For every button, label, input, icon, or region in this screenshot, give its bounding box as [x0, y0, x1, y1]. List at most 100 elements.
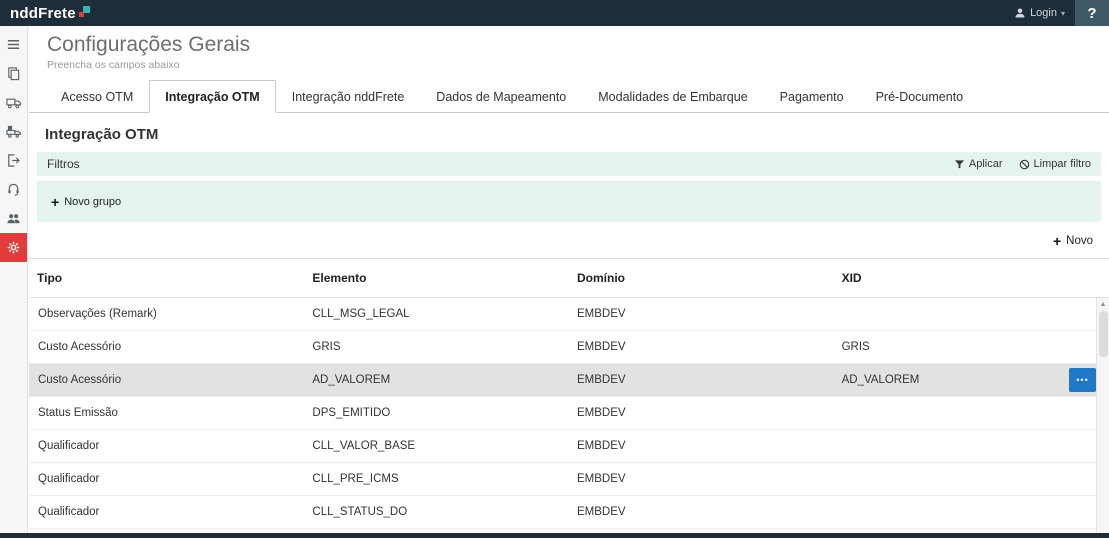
cell-dominio: EMBDEV	[569, 430, 834, 462]
footer-bar	[0, 533, 1109, 538]
sidebar-item-menu[interactable]	[0, 30, 27, 59]
page-header: Configurações Gerais Preencha os campos …	[29, 26, 1109, 73]
plus-icon: +	[51, 195, 59, 209]
tab-pr-documento[interactable]: Pré-Documento	[860, 80, 980, 112]
apply-filter-button[interactable]: Aplicar	[954, 158, 1003, 170]
help-label: ?	[1087, 5, 1096, 22]
cell-dominio: EMBDEV	[569, 463, 834, 495]
funnel-icon	[954, 159, 965, 170]
tab-integra-o-nddfrete[interactable]: Integração nddFrete	[276, 80, 421, 112]
brand-logo: nddFrete	[10, 5, 90, 22]
slash-circle-icon	[1019, 159, 1030, 170]
data-table: TipoElementoDomínioXID Observações (Rema…	[29, 258, 1109, 533]
table-toolbar: + Novo	[29, 222, 1109, 256]
new-group-label: Novo grupo	[64, 196, 121, 208]
vertical-scrollbar[interactable]: ▲	[1096, 298, 1109, 533]
clear-filter-label: Limpar filtro	[1034, 158, 1091, 170]
filter-actions: Aplicar Limpar filtro	[954, 158, 1091, 170]
export-icon	[6, 153, 21, 168]
topbar-right: Login ▾ ?	[1004, 0, 1109, 26]
column-header-tipo[interactable]: Tipo	[29, 259, 304, 297]
documents-icon	[6, 66, 21, 81]
table-row[interactable]: Status EmissãoDPS_EMITIDOEMBDEV	[29, 397, 1109, 430]
new-record-label: Novo	[1066, 235, 1093, 247]
tab-integra-o-otm[interactable]: Integração OTM	[149, 80, 275, 113]
table-header-row: TipoElementoDomínioXID	[29, 258, 1109, 298]
row-actions-button[interactable]: •••	[1069, 368, 1096, 392]
cell-dominio: EMBDEV	[569, 364, 834, 396]
top-bar: nddFrete Login ▾ ?	[0, 0, 1109, 26]
table-row[interactable]: QualificadorCLL_STATUS_DOEMBDEV	[29, 496, 1109, 529]
cell-tipo: Qualificador	[29, 496, 304, 528]
cell-dominio: EMBDEV	[569, 397, 834, 429]
cell-xid	[834, 298, 1109, 330]
cell-xid: AD_VALOREM	[834, 364, 1109, 396]
hamburger-menu-icon	[6, 37, 21, 52]
sidebar-item-pages[interactable]	[0, 59, 27, 88]
scroll-up-arrow[interactable]: ▲	[1097, 298, 1109, 308]
cell-xid: GRIS	[834, 331, 1109, 363]
table-row[interactable]: QualificadorCLL_PRE_ICMSEMBDEV	[29, 463, 1109, 496]
main-content: Configurações Gerais Preencha os campos …	[29, 26, 1109, 533]
sidebar-item-truck[interactable]	[0, 88, 27, 117]
scrollbar-thumb[interactable]	[1099, 311, 1108, 357]
column-header-elemento[interactable]: Elemento	[304, 259, 569, 297]
cell-tipo: Qualificador	[29, 430, 304, 462]
truck-box-icon	[6, 124, 22, 139]
plus-icon: +	[1053, 234, 1061, 248]
chevron-down-icon: ▾	[1061, 9, 1065, 18]
sidebar-item-export[interactable]	[0, 146, 27, 175]
page-title: Configurações Gerais	[47, 33, 1091, 57]
app-window: nddFrete Login ▾ ?	[0, 0, 1109, 538]
apply-filter-label: Aplicar	[969, 158, 1003, 170]
help-button[interactable]: ?	[1075, 0, 1109, 26]
sidebar-item-truck-delivery[interactable]	[0, 117, 27, 146]
filter-group-area: + Novo grupo	[37, 181, 1101, 222]
cell-elemento: CLL_STATUS_DO	[304, 496, 569, 528]
cell-elemento: DPS_EMITIDO	[304, 397, 569, 429]
sidebar-item-support[interactable]	[0, 175, 27, 204]
cell-elemento: CLL_PRE_ICMS	[304, 463, 569, 495]
clear-filter-button[interactable]: Limpar filtro	[1019, 158, 1091, 170]
headset-icon	[6, 182, 21, 197]
cell-tipo: Custo Acessório	[29, 364, 304, 396]
truck-icon	[6, 95, 22, 110]
filters-bar: Filtros Aplicar Limpar filtro	[37, 152, 1101, 176]
login-label: Login	[1030, 7, 1057, 19]
tab-pagamento[interactable]: Pagamento	[764, 80, 860, 112]
section-title: Integração OTM	[29, 113, 1109, 152]
page-subtitle: Preencha os campos abaixo	[47, 59, 1091, 71]
tab-dados-de-mapeamento[interactable]: Dados de Mapeamento	[420, 80, 582, 112]
new-group-button[interactable]: + Novo grupo	[51, 195, 121, 209]
table-row[interactable]: Custo AcessórioGRISEMBDEVGRIS	[29, 331, 1109, 364]
new-record-button[interactable]: + Novo	[1053, 234, 1093, 248]
table-row[interactable]: Observações (Remark)CLL_MSG_LEGALEMBDEV	[29, 298, 1109, 331]
cell-elemento: GRIS	[304, 331, 569, 363]
cell-dominio: EMBDEV	[569, 496, 834, 528]
cell-tipo: Observações (Remark)	[29, 298, 304, 330]
user-icon	[1014, 7, 1026, 19]
cell-dominio: EMBDEV	[569, 331, 834, 363]
table-body: Observações (Remark)CLL_MSG_LEGALEMBDEVC…	[29, 298, 1109, 533]
users-icon	[6, 211, 21, 226]
gear-icon	[6, 240, 21, 255]
column-header-xid[interactable]: XID	[834, 259, 1109, 297]
cell-xid	[834, 397, 1109, 429]
table-row[interactable]: Custo AcessórioAD_VALOREMEMBDEVAD_VALORE…	[29, 364, 1109, 397]
sidebar-item-users[interactable]	[0, 204, 27, 233]
cell-tipo: Status Emissão	[29, 397, 304, 429]
filters-title: Filtros	[47, 157, 80, 171]
login-menu[interactable]: Login ▾	[1004, 7, 1075, 19]
table-row[interactable]: QualificadorCLL_VALOR_BASEEMBDEV	[29, 430, 1109, 463]
cell-elemento: AD_VALOREM	[304, 364, 569, 396]
cell-tipo: Custo Acessório	[29, 331, 304, 363]
cell-elemento: CLL_MSG_LEGAL	[304, 298, 569, 330]
sidebar-item-settings[interactable]	[0, 233, 27, 262]
cell-xid	[834, 463, 1109, 495]
tab-modalidades-de-embarque[interactable]: Modalidades de Embarque	[582, 80, 763, 112]
tab-acesso-otm[interactable]: Acesso OTM	[45, 80, 149, 112]
cell-dominio: EMBDEV	[569, 298, 834, 330]
column-header-dom-nio[interactable]: Domínio	[569, 259, 834, 297]
cell-elemento: CLL_VALOR_BASE	[304, 430, 569, 462]
cell-xid	[834, 430, 1109, 462]
